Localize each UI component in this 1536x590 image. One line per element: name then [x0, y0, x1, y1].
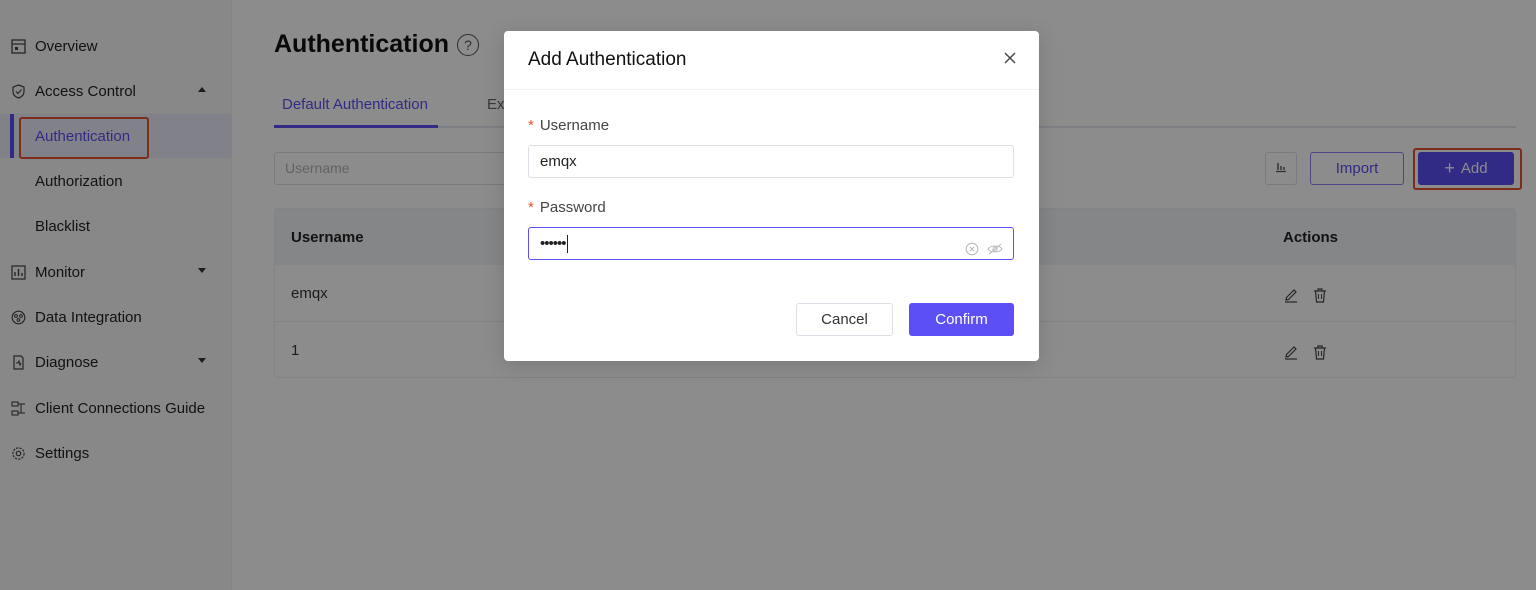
cancel-label: Cancel	[821, 311, 868, 328]
add-authentication-dialog: Add Authentication * Username emqx * Passw…	[504, 31, 1039, 361]
required-marker: *	[528, 199, 534, 216]
password-value: ••••••	[540, 235, 566, 252]
username-label-text: Username	[539, 117, 610, 134]
cancel-button[interactable]: Cancel	[796, 303, 893, 336]
password-field[interactable]: ••••••	[528, 227, 1014, 260]
username-label: * Username	[528, 117, 609, 134]
dialog-divider	[504, 89, 1039, 90]
dialog-title: Add Authentication	[528, 49, 687, 70]
password-label: * Password	[528, 199, 606, 216]
eye-hidden-icon[interactable]	[987, 236, 1003, 267]
confirm-label: Confirm	[935, 311, 988, 328]
close-icon[interactable]	[1003, 51, 1017, 65]
username-field[interactable]: emqx	[528, 145, 1014, 178]
confirm-button[interactable]: Confirm	[909, 303, 1014, 336]
username-value: emqx	[540, 153, 577, 170]
password-label-text: Password	[539, 199, 606, 216]
text-cursor	[566, 235, 568, 254]
clear-icon[interactable]	[965, 236, 979, 267]
required-marker: *	[528, 117, 534, 134]
password-field-icons	[965, 236, 1003, 267]
